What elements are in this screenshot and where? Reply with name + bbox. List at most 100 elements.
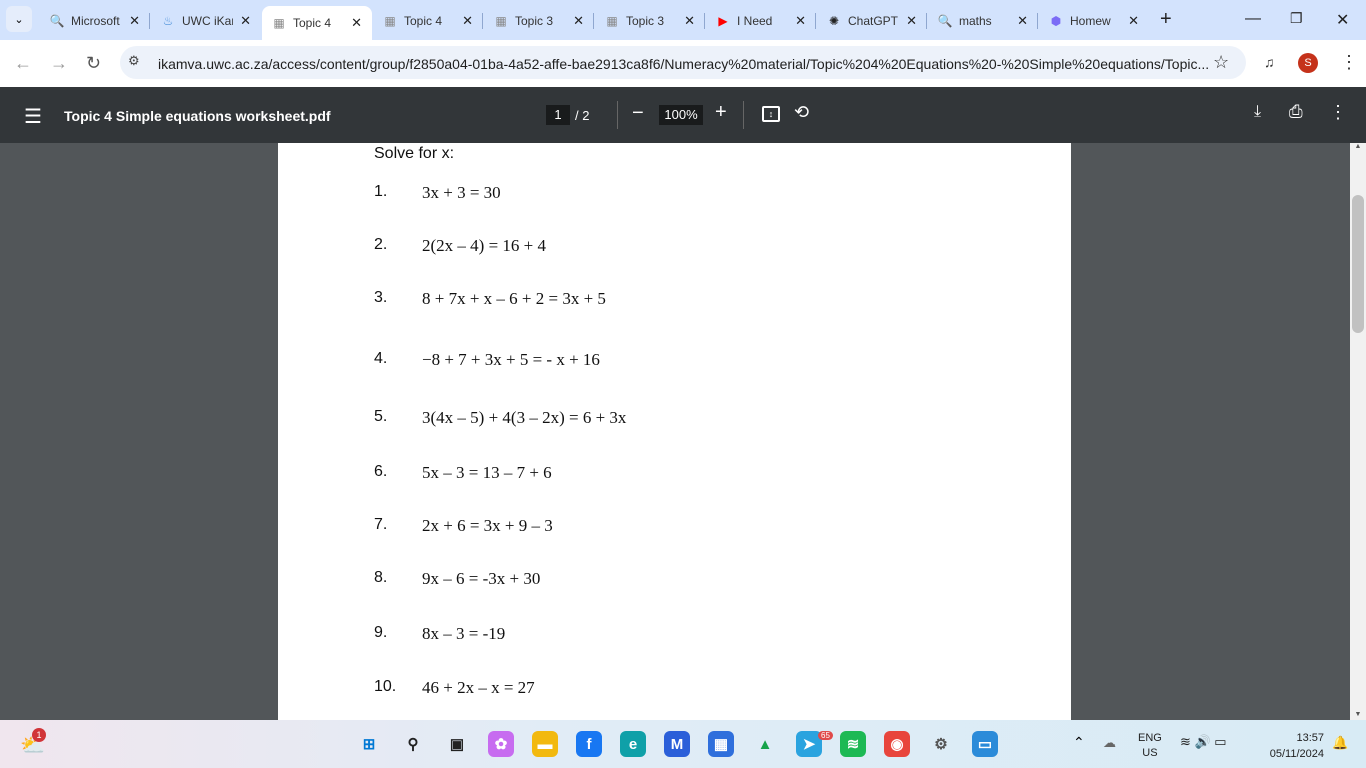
- equation-number: 2.: [374, 236, 388, 253]
- search-icon: 🔍: [49, 14, 65, 28]
- notifications-icon[interactable]: 🔔: [1332, 735, 1348, 751]
- download-icon[interactable]: ⤓: [1254, 103, 1261, 121]
- close-tab-icon[interactable]: ✕: [1128, 13, 1139, 29]
- restore-button[interactable]: ❐: [1290, 10, 1303, 27]
- minimize-button[interactable]: —: [1245, 10, 1261, 28]
- search-icon: 🔍: [937, 14, 953, 28]
- equation-number: 1.: [374, 183, 388, 200]
- url-text[interactable]: ikamva.uwc.ac.za/access/content/group/f2…: [158, 56, 1209, 72]
- tab[interactable]: ♨ UWC iKamva ✕: [151, 6, 261, 36]
- start-icon[interactable]: ⊞: [356, 731, 382, 757]
- tab[interactable]: 🔍 Microsoft ✕: [40, 6, 150, 36]
- chrome-menu-icon[interactable]: ⋮: [1340, 52, 1358, 73]
- tab-separator: [815, 13, 816, 29]
- task-view-icon[interactable]: ▣: [444, 731, 470, 757]
- language-indicator[interactable]: ENG US: [1138, 731, 1162, 761]
- equation-text: 8x – 3 = -19: [422, 624, 506, 643]
- copilot-icon[interactable]: ✿: [488, 731, 514, 757]
- close-tab-icon[interactable]: ✕: [240, 13, 251, 29]
- menu-icon[interactable]: ☰: [24, 104, 42, 129]
- divider: [743, 101, 744, 129]
- tab[interactable]: ▦ Topic 4 ✕: [262, 6, 372, 40]
- bookmark-star-icon[interactable]: ☆: [1213, 52, 1229, 73]
- clock[interactable]: 13:57 05/11/2024: [1258, 730, 1324, 762]
- tab-title: Topic 4: [293, 16, 332, 30]
- tab-search-button[interactable]: ⌄: [6, 6, 32, 32]
- profile-avatar[interactable]: S: [1298, 53, 1318, 73]
- fit-page-icon[interactable]: ↕: [762, 106, 780, 122]
- lang: ENG: [1138, 732, 1162, 744]
- back-button[interactable]: ←: [14, 53, 32, 74]
- more-options-icon[interactable]: ⋮: [1329, 102, 1347, 123]
- tab[interactable]: 🔍 maths ✕: [928, 6, 1038, 36]
- zoom-out-button[interactable]: −: [632, 102, 644, 125]
- spotify-icon[interactable]: ≋: [840, 731, 866, 757]
- settings-icon[interactable]: ⚙: [928, 731, 954, 757]
- zoom-input[interactable]: 100%: [659, 105, 703, 125]
- chrome-icon[interactable]: ◉: [884, 731, 910, 757]
- app-icon[interactable]: M: [664, 731, 690, 757]
- equation-text: 3(4x – 5) + 4(3 – 2x) = 6 + 3x: [422, 408, 627, 427]
- search-icon[interactable]: ⚲: [400, 731, 426, 757]
- close-tab-icon[interactable]: ✕: [906, 13, 917, 29]
- equation-number: 9.: [374, 624, 388, 641]
- forward-button[interactable]: →: [50, 53, 68, 74]
- app-screen-icon[interactable]: ▭: [972, 731, 998, 757]
- equation-number: 4.: [374, 350, 388, 367]
- close-window-button[interactable]: ✕: [1336, 10, 1349, 30]
- tab-separator: [149, 13, 150, 29]
- facebook-icon[interactable]: f: [576, 731, 602, 757]
- tab-title: Topic 3: [515, 14, 554, 28]
- equation-number: 7.: [374, 516, 388, 533]
- close-tab-icon[interactable]: ✕: [462, 13, 473, 29]
- close-tab-icon[interactable]: ✕: [129, 13, 140, 29]
- wifi-volume-battery-icons[interactable]: ≋ 🔊 ▭: [1180, 734, 1227, 750]
- app-triangle-icon[interactable]: ▲: [752, 731, 778, 757]
- equation-number: 10.: [374, 678, 397, 695]
- page-number-input[interactable]: 1: [546, 105, 570, 125]
- close-tab-icon[interactable]: ✕: [351, 15, 362, 31]
- site-info-icon[interactable]: ⚙: [128, 53, 140, 69]
- tab-separator: [926, 13, 927, 29]
- onedrive-error-icon[interactable]: ☁: [1103, 735, 1116, 751]
- new-tab-button[interactable]: +: [1160, 8, 1172, 31]
- youtube-icon: ▶: [718, 14, 728, 28]
- rotate-icon[interactable]: ⟲: [794, 102, 809, 123]
- pdf-viewer[interactable]: Solve for x: 1. 3x + 3 = 30 2. 2(2x – 4) = …: [0, 143, 1350, 720]
- tab-title: Topic 4: [404, 14, 443, 28]
- print-icon[interactable]: ⎙: [1289, 102, 1303, 122]
- tab-title: Homew: [1070, 14, 1111, 28]
- equation-text: 3x + 3 = 30: [422, 183, 501, 202]
- close-tab-icon[interactable]: ✕: [1017, 13, 1028, 29]
- pdf-icon: ▦: [495, 14, 507, 28]
- date: 05/11/2024: [1269, 748, 1324, 760]
- tab[interactable]: ▦ Topic 3 ✕: [484, 6, 594, 36]
- equation-text: −8 + 7 + 3x + 5 = - x + 16: [422, 350, 600, 369]
- media-control-icon[interactable]: ♫: [1264, 54, 1275, 70]
- store-icon[interactable]: ▦: [708, 731, 734, 757]
- tab[interactable]: ⬢ Homew ✕: [1039, 6, 1149, 36]
- tab[interactable]: ✺ ChatGPT ✕: [817, 6, 927, 36]
- pdf-toolbar: ☰ Topic 4 Simple equations worksheet.pdf…: [0, 87, 1366, 143]
- tab-title: ChatGPT: [848, 14, 899, 28]
- show-hidden-icons[interactable]: ⌃: [1073, 734, 1085, 751]
- equation-text: 5x – 3 = 13 – 7 + 6: [422, 463, 552, 482]
- scrollbar[interactable]: ▲ ▼: [1350, 143, 1366, 720]
- tab-separator: [1037, 13, 1038, 29]
- tab[interactable]: ▦ Topic 3 ✕: [595, 6, 705, 36]
- tab-separator: [704, 13, 705, 29]
- weather-badge: 1: [32, 728, 46, 742]
- edge-icon[interactable]: e: [620, 731, 646, 757]
- close-tab-icon[interactable]: ✕: [573, 13, 584, 29]
- tab[interactable]: ▶ I Need ✕: [706, 6, 816, 36]
- zoom-in-button[interactable]: +: [715, 101, 727, 124]
- divider: [617, 101, 618, 129]
- time: 13:57: [1296, 732, 1324, 744]
- close-tab-icon[interactable]: ✕: [795, 13, 806, 29]
- file-explorer-icon[interactable]: ▬: [532, 731, 558, 757]
- tab[interactable]: ▦ Topic 4 ✕: [373, 6, 483, 36]
- reload-button[interactable]: ↻: [86, 53, 101, 74]
- scrollbar-thumb[interactable]: [1352, 195, 1364, 333]
- equation-number: 6.: [374, 463, 388, 480]
- close-tab-icon[interactable]: ✕: [684, 13, 695, 29]
